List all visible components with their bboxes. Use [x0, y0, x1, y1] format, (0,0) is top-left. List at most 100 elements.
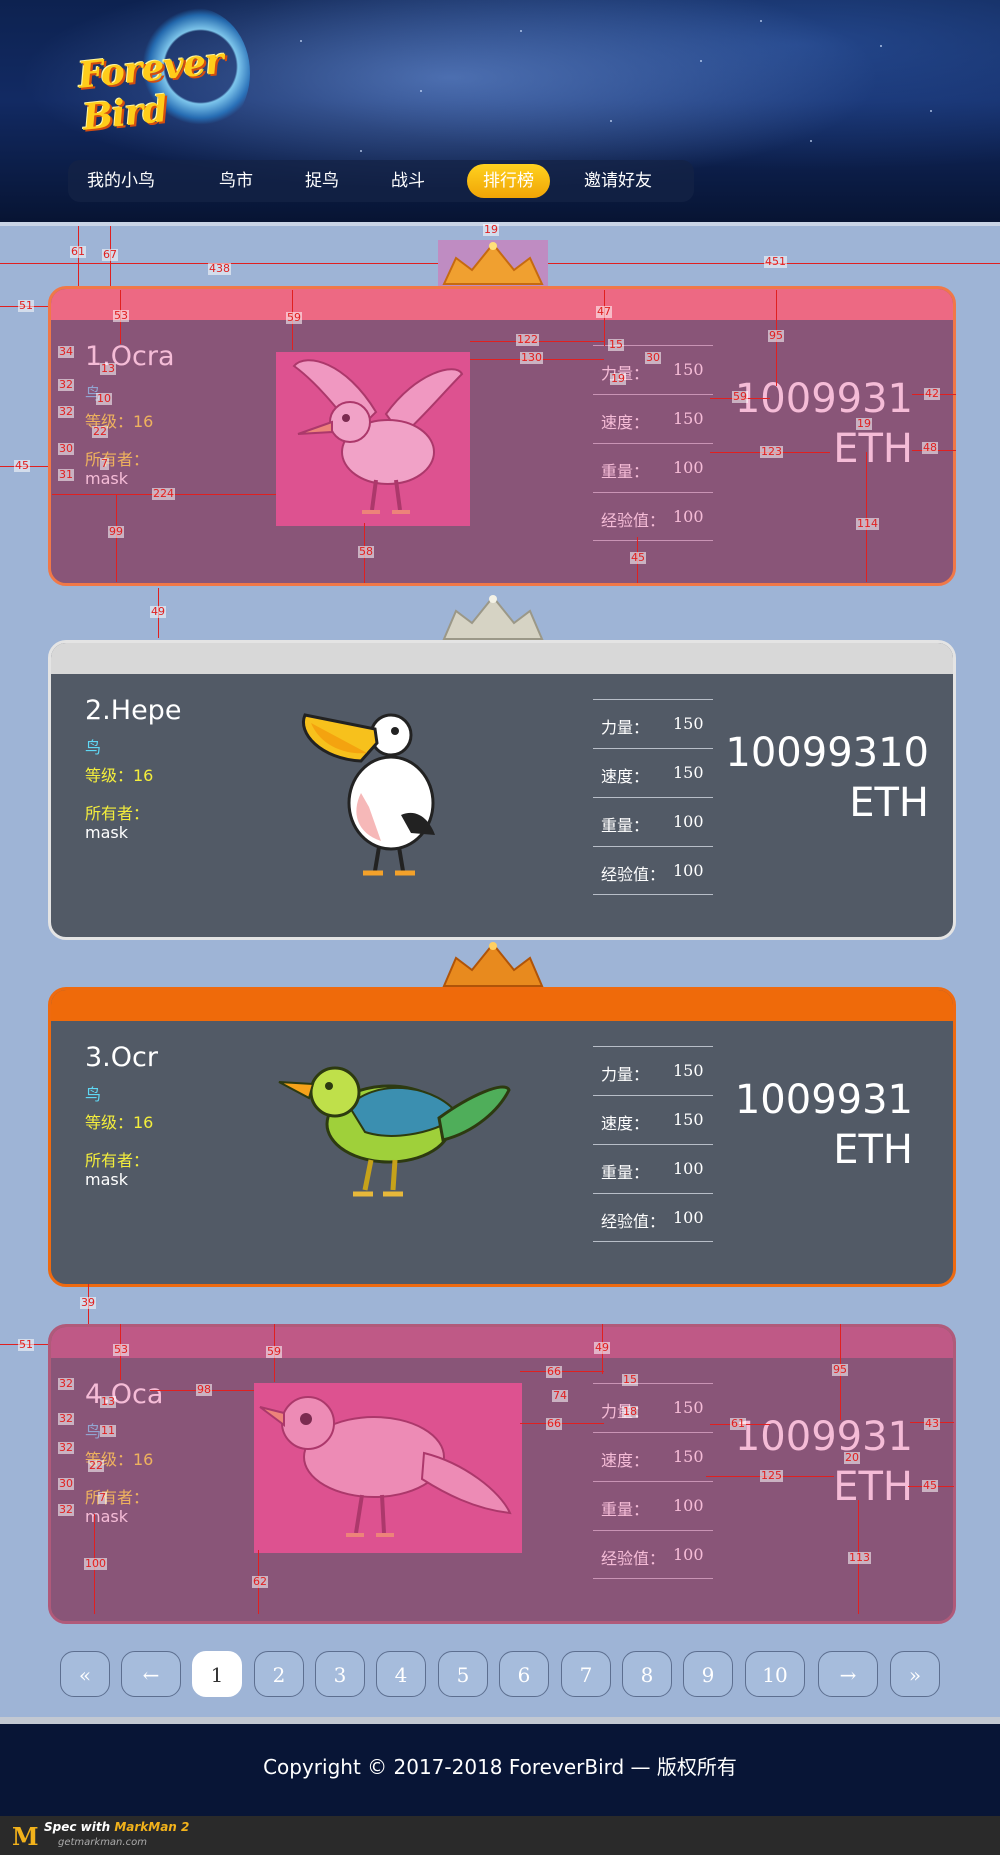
- ranking-card-1[interactable]: 1.Ocra 鸟 等级：16 所有者： mask 力量：150 速度：150 重…: [48, 286, 956, 586]
- stat-experience: 经验值： 100: [593, 1530, 713, 1579]
- green-bird-icon: [269, 1036, 519, 1206]
- first-page-button[interactable]: «: [60, 1651, 110, 1697]
- nav-item-battle[interactable]: 战斗: [391, 160, 425, 202]
- stat-strength: 力量：150: [593, 1046, 713, 1095]
- measure-line: [116, 494, 117, 582]
- stat-speed: 速度： 150: [593, 1432, 713, 1481]
- measure-label: 48: [922, 441, 938, 454]
- card-header-band: [51, 643, 953, 674]
- gold-crown-icon: [438, 240, 548, 288]
- measure-label: 39: [80, 1296, 96, 1309]
- measure-label: 43: [924, 1417, 940, 1430]
- last-page-button[interactable]: »: [890, 1651, 940, 1697]
- bird-rank-name: 4.Oca: [85, 1379, 164, 1410]
- ranking-card-3[interactable]: 3.Ocr 鸟 等级：16 所有者： mask 力量： 150 速度： 150 重量…: [48, 987, 956, 1287]
- bronze-crown-icon: [438, 940, 548, 988]
- nav-item-invite-friends[interactable]: 邀请好友: [584, 160, 652, 202]
- owner-name: mask: [85, 1170, 128, 1189]
- prev-page-button[interactable]: ←: [121, 1651, 181, 1697]
- star-decoration: [930, 110, 932, 112]
- measure-label: 19: [610, 372, 626, 385]
- measure-label: 32: [58, 1503, 74, 1516]
- nav-item-catch-bird[interactable]: 捉鸟: [305, 160, 339, 202]
- nav-item-my-birds[interactable]: 我的小鸟: [87, 160, 155, 202]
- main-nav: 我的小鸟 鸟市 捉鸟 战斗 排行榜 邀请好友: [68, 160, 694, 202]
- ranking-card-4[interactable]: 4.Oca 鸟 等级：16 所有者： mask 力量：150 速度：150 重量…: [48, 1324, 956, 1624]
- page-button-10[interactable]: 10: [745, 1651, 805, 1697]
- markman-brand: MarkMan 2: [114, 1820, 190, 1834]
- page-button-7[interactable]: 7: [561, 1651, 611, 1697]
- measure-label: 42: [924, 387, 940, 400]
- measure-label: 15: [608, 338, 624, 351]
- stat-experience: 经验值： 100: [593, 846, 713, 895]
- measure-label: 30: [58, 1477, 74, 1490]
- bird-level: 等级：16: [85, 766, 154, 785]
- measure-label: 10: [96, 392, 112, 405]
- pagination: « ← 1 2 3 4 5 6 7 8 9 10 → »: [60, 1651, 940, 1699]
- next-page-button[interactable]: →: [818, 1651, 878, 1697]
- measure-label: 32: [58, 378, 74, 391]
- measure-label: 20: [844, 1451, 860, 1464]
- stat-experience: 经验值： 100: [593, 1193, 713, 1242]
- measure-label: 13: [100, 362, 116, 375]
- measure-label: 19: [856, 417, 872, 430]
- bird-stats: 力量：150 速度：150 重量：100 经验值：100: [593, 699, 713, 895]
- measure-label: 47: [596, 305, 612, 318]
- measure-label: 59: [286, 311, 302, 324]
- measure-label: 18: [622, 1405, 638, 1418]
- measure-label: 224: [152, 487, 175, 500]
- star-decoration: [300, 40, 302, 42]
- measure-label: 11: [100, 1424, 116, 1437]
- page-button-9[interactable]: 9: [683, 1651, 733, 1697]
- bird-stats: 力量：150 速度：150 重量：100 经验值：100: [593, 1046, 713, 1242]
- footer-divider: [0, 1717, 1000, 1724]
- page-button-3[interactable]: 3: [315, 1651, 365, 1697]
- site-header: Forever Bird 我的小鸟 鸟市 捉鸟 战斗 排行榜 邀请好友: [0, 0, 1000, 222]
- measure-label: 45: [922, 1479, 938, 1492]
- price-amount: 1009931: [734, 376, 913, 422]
- measure-label: 114: [856, 517, 879, 530]
- markman-prefix: Spec with: [44, 1820, 111, 1834]
- markman-watermark: M Spec with MarkMan 2 getmarkman.com: [0, 1816, 1000, 1855]
- measure-label: 74: [552, 1389, 568, 1402]
- measure-line: [604, 290, 605, 346]
- nav-item-bird-market[interactable]: 鸟市: [219, 160, 253, 202]
- measure-label: 53: [113, 1343, 129, 1356]
- page-button-1[interactable]: 1: [192, 1651, 242, 1697]
- site-footer: Copyright © 2017-2018 ForeverBird — 版权所有: [0, 1724, 1000, 1816]
- measure-label: 113: [848, 1551, 871, 1564]
- star-decoration: [700, 60, 702, 62]
- bird-price: 1009931 ETH: [735, 375, 913, 475]
- measure-label: 122: [516, 333, 539, 346]
- measure-label: 49: [594, 1341, 610, 1354]
- measure-label: 100: [84, 1557, 107, 1570]
- silver-crown-icon: [438, 593, 548, 641]
- measure-label: 15: [622, 1373, 638, 1386]
- page-button-4[interactable]: 4: [376, 1651, 426, 1697]
- ranking-card-2[interactable]: 2.Hepe 鸟 等级：16 所有者： mask 力量： 150 速度： 150 重…: [48, 640, 956, 940]
- page-button-6[interactable]: 6: [499, 1651, 549, 1697]
- stat-weight: 重量： 100: [593, 1481, 713, 1530]
- bird-kind: 鸟: [85, 738, 102, 757]
- measure-label: 34: [58, 345, 74, 358]
- bird-price: 1009931 ETH: [735, 1413, 913, 1513]
- forever-bird-logo[interactable]: Forever Bird: [76, 8, 250, 139]
- card-header-band: [51, 289, 953, 320]
- measure-label: 31: [58, 468, 74, 481]
- page-button-2[interactable]: 2: [254, 1651, 304, 1697]
- measure-label: 61: [70, 245, 86, 258]
- stat-speed: 速度： 150: [593, 394, 713, 443]
- measure-label: 30: [645, 351, 661, 364]
- page-button-5[interactable]: 5: [438, 1651, 488, 1697]
- seagull-icon: [276, 352, 470, 526]
- stat-weight: 重量： 100: [593, 1144, 713, 1193]
- measure-label: 32: [58, 405, 74, 418]
- measure-label: 32: [58, 1377, 74, 1390]
- measure-label: 125: [760, 1469, 783, 1482]
- page-button-8[interactable]: 8: [622, 1651, 672, 1697]
- measure-label: 438: [208, 262, 231, 275]
- star-decoration: [360, 150, 362, 152]
- nav-item-leaderboard[interactable]: 排行榜: [467, 164, 550, 198]
- measure-label: 22: [92, 425, 108, 438]
- star-decoration: [880, 45, 882, 47]
